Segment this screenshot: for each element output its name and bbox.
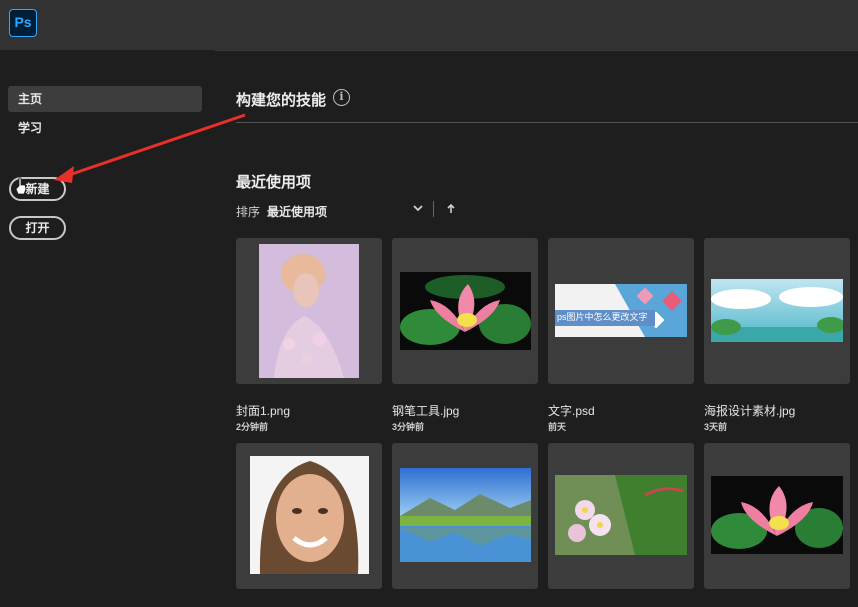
file-card-lake[interactable] [392,443,538,589]
portrait-painting-thumbnail [259,244,359,378]
file-card-cover[interactable] [236,238,382,384]
lotus-thumbnail [711,476,843,554]
info-icon[interactable]: i [333,89,350,106]
sky-scene-thumbnail [711,279,843,342]
skills-title: 构建您的技能 [236,92,327,109]
sort-separator [433,201,434,217]
recent-title: 最近使用项 [236,174,312,191]
file-card-pen-tool[interactable] [392,238,538,384]
open-button[interactable]: 打开 [9,216,66,240]
woman-portrait-thumbnail [250,456,369,574]
sidebar: 主页 学习 新建 打开 [0,50,215,607]
file-name[interactable]: 文字.psd [548,402,595,419]
photoshop-logo: Ps [9,9,37,37]
file-card-flowers[interactable] [548,443,694,589]
file-card-text-psd[interactable]: ps图片中怎么更改文字 [548,238,694,384]
sort-label: 排序 [236,205,261,219]
sort-ascending-icon[interactable] [446,203,456,215]
frangipani-thumbnail [555,475,687,555]
lotus-thumbnail [400,272,531,350]
file-card-face[interactable] [236,443,382,589]
chevron-down-icon[interactable] [412,202,424,214]
sort-dropdown[interactable]: 最近使用项 [267,203,327,220]
file-time: 3分钟前 [392,422,425,432]
file-card-lotus-2[interactable] [704,443,850,589]
hand-cursor-icon [15,177,27,195]
file-name[interactable]: 封面1.png [236,402,290,419]
sidebar-item-home[interactable]: 主页 [8,86,202,112]
title-bar: Ps [0,0,858,51]
divider [236,122,858,123]
banner-text: ps图片中怎么更改文字 [557,312,648,322]
file-time: 2分钟前 [236,422,269,432]
file-card-poster[interactable] [704,238,850,384]
file-name[interactable]: 钢笔工具.jpg [392,402,459,419]
file-name[interactable]: 海报设计素材.jpg [704,402,795,419]
file-time: 3天前 [704,422,728,432]
file-time: 前天 [548,422,567,432]
lake-landscape-thumbnail [400,468,531,562]
sidebar-item-learn[interactable]: 学习 [8,115,202,141]
